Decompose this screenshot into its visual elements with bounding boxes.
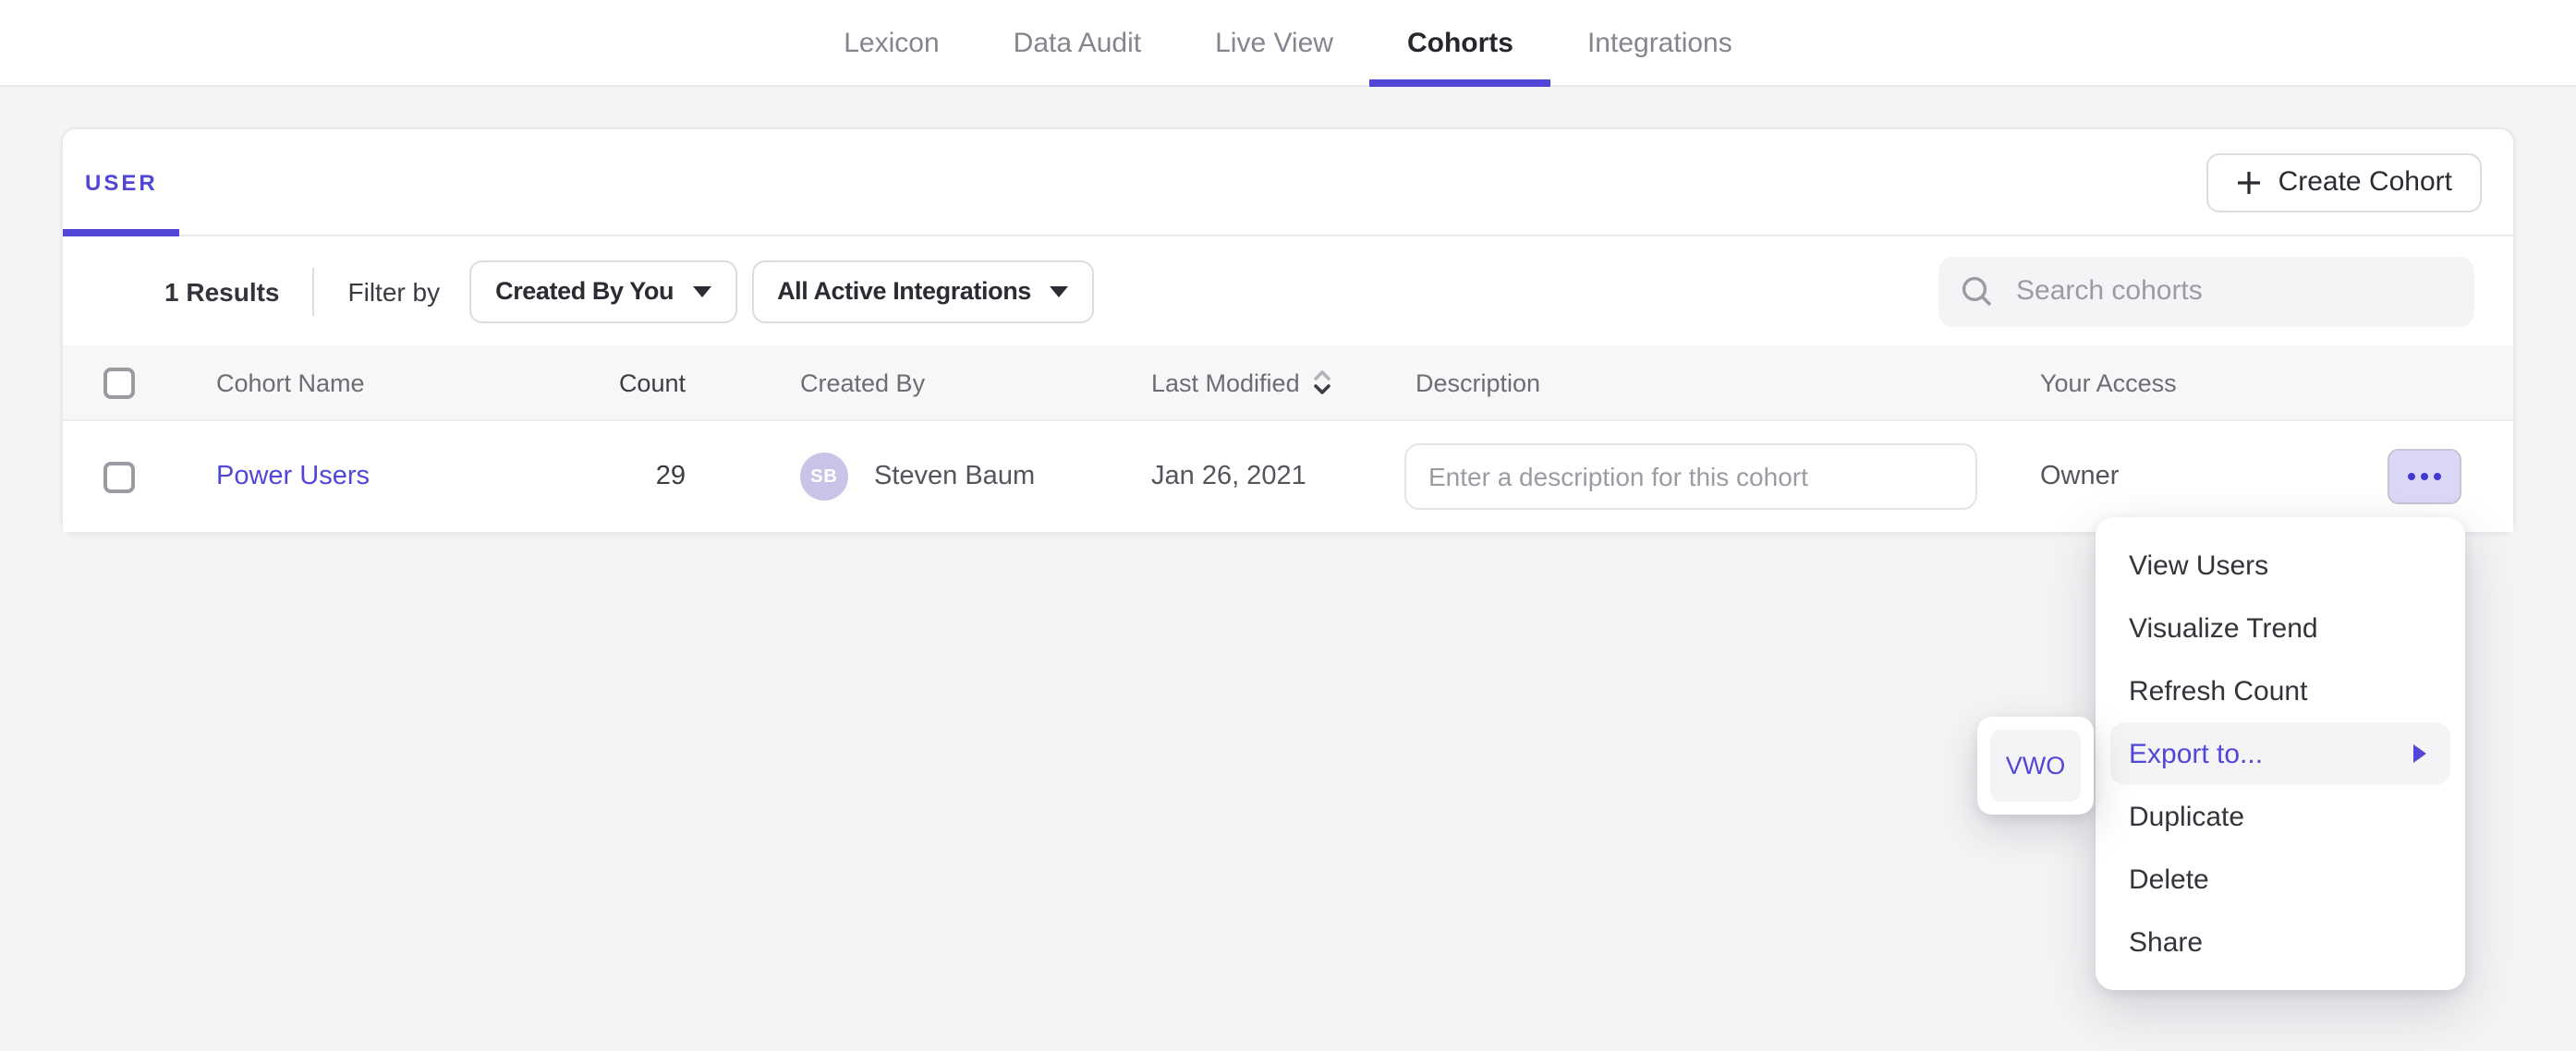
column-header-description: Description — [1393, 368, 2003, 396]
select-all-checkbox[interactable] — [103, 367, 135, 398]
row-more-options-button[interactable] — [2388, 449, 2461, 504]
column-header-created-by[interactable]: Created By — [747, 368, 1098, 396]
row-checkbox[interactable] — [103, 461, 135, 492]
ellipsis-dot-icon — [2434, 473, 2441, 480]
cohorts-page: Lexicon Data Audit Live View Cohorts Int… — [0, 0, 2576, 1051]
create-cohort-label: Create Cohort — [2278, 166, 2452, 198]
created-by-filter-dropdown[interactable]: Created By You — [469, 260, 736, 322]
tab-user[interactable]: USER — [63, 129, 180, 235]
column-header-last-modified[interactable]: Last Modified — [1098, 368, 1393, 397]
table-row: Power Users 29 SB Steven Baum Jan 26, 20… — [63, 421, 2513, 532]
table-toolbar: 1 Results Filter by Created By You All A… — [63, 236, 2513, 345]
access-value: Owner — [2003, 462, 2384, 491]
table-header-row: Cohort Name Count Created By Last Modifi… — [63, 345, 2513, 421]
column-header-your-access: Your Access — [2003, 368, 2384, 396]
export-to-label: Export to... — [2129, 738, 2263, 769]
plus-icon — [2236, 169, 2262, 195]
chevron-down-icon — [1050, 285, 1068, 296]
nav-tab-integrations[interactable]: Integrations — [1550, 0, 1769, 85]
description-input[interactable] — [1404, 443, 1977, 510]
cohort-name-link[interactable]: Power Users — [216, 462, 370, 491]
nav-tab-live-view[interactable]: Live View — [1178, 0, 1370, 85]
column-header-cohort-name[interactable]: Cohort Name — [174, 368, 543, 396]
row-context-menu: View Users Visualize Trend Refresh Count… — [2096, 517, 2465, 990]
menu-item-delete[interactable]: Delete — [2096, 848, 2465, 911]
nav-tab-cohorts[interactable]: Cohorts — [1370, 0, 1550, 85]
search-cohorts-box[interactable] — [1938, 256, 2474, 326]
column-header-count[interactable]: Count — [543, 368, 747, 396]
cohort-count: 29 — [543, 462, 747, 491]
submenu-arrow-icon — [2413, 744, 2426, 763]
menu-item-visualize-trend[interactable]: Visualize Trend — [2096, 597, 2465, 659]
top-navigation: Lexicon Data Audit Live View Cohorts Int… — [0, 0, 2576, 87]
created-by-filter-value: Created By You — [495, 277, 674, 305]
export-submenu: VWO — [1977, 717, 2094, 815]
integrations-filter-value: All Active Integrations — [777, 277, 1031, 305]
submenu-item-vwo[interactable]: VWO — [1990, 730, 2081, 802]
menu-item-duplicate[interactable]: Duplicate — [2096, 785, 2465, 848]
nav-tab-lexicon[interactable]: Lexicon — [807, 0, 976, 85]
search-input[interactable] — [2012, 273, 2452, 308]
last-modified-label: Last Modified — [1151, 368, 1300, 396]
results-count: 1 Results — [164, 276, 280, 306]
create-cohort-button[interactable]: Create Cohort — [2206, 152, 2482, 211]
ellipsis-dot-icon — [2421, 473, 2428, 480]
menu-item-view-users[interactable]: View Users — [2096, 534, 2465, 597]
integrations-filter-dropdown[interactable]: All Active Integrations — [751, 260, 1094, 322]
created-by-name: Steven Baum — [874, 462, 1035, 491]
toolbar-divider — [313, 267, 315, 315]
avatar: SB — [800, 453, 848, 501]
chevron-down-icon — [692, 285, 711, 296]
ellipsis-dot-icon — [2408, 473, 2415, 480]
cohorts-card: USER Create Cohort 1 Results Filter by C… — [61, 127, 2515, 534]
menu-item-share[interactable]: Share — [2096, 911, 2465, 973]
last-modified-date: Jan 26, 2021 — [1098, 462, 1393, 491]
filter-by-label: Filter by — [348, 276, 441, 306]
nav-tab-data-audit[interactable]: Data Audit — [977, 0, 1178, 85]
menu-item-export-to[interactable]: Export to... — [2110, 722, 2450, 785]
cohort-type-tabs: USER Create Cohort — [63, 129, 2513, 236]
search-icon — [1961, 274, 1994, 308]
menu-item-refresh-count[interactable]: Refresh Count — [2096, 659, 2465, 722]
sort-icon[interactable] — [1313, 368, 1333, 397]
